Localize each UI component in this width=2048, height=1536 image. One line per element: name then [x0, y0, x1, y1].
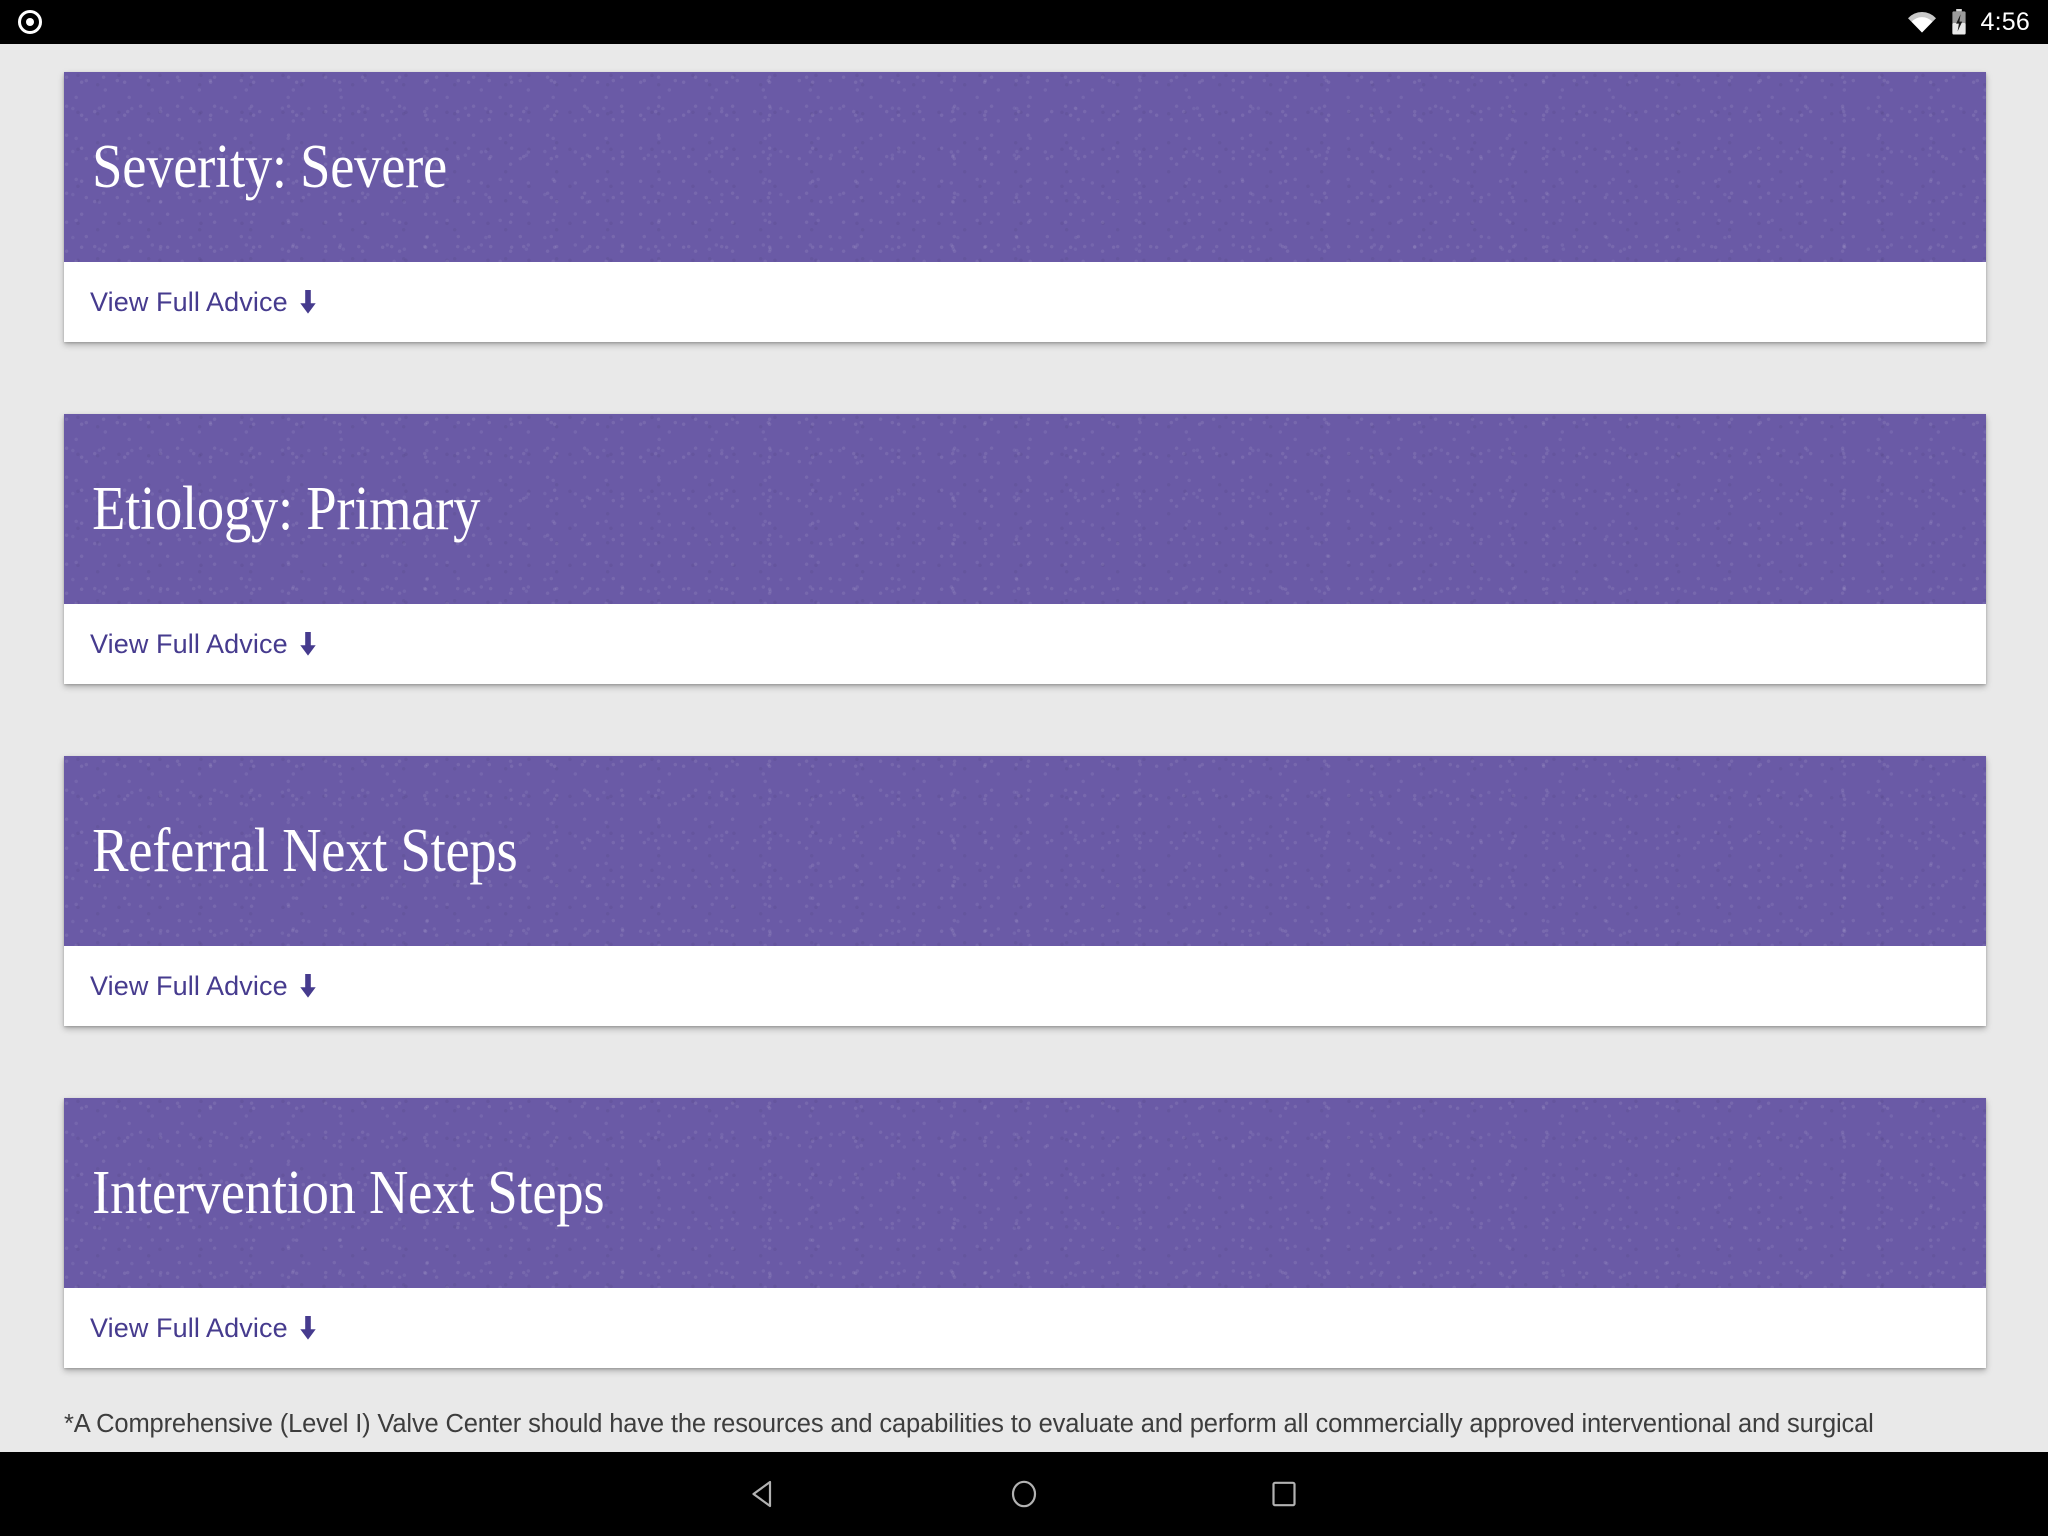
arrow-down-icon — [298, 631, 318, 657]
advice-card[interactable]: Etiology: Primary View Full Advice — [64, 414, 1986, 684]
status-bar-left — [18, 10, 42, 34]
view-full-advice-link[interactable]: View Full Advice — [90, 1313, 318, 1344]
card-footer: View Full Advice — [64, 946, 1986, 1026]
view-full-advice-link[interactable]: View Full Advice — [90, 287, 318, 318]
view-full-advice-link[interactable]: View Full Advice — [90, 971, 318, 1002]
card-footer: View Full Advice — [64, 262, 1986, 342]
advice-card[interactable]: Severity: Severe View Full Advice — [64, 72, 1986, 342]
arrow-down-icon — [298, 1315, 318, 1341]
status-bar-right: 4:56 — [1907, 9, 2030, 35]
navigation-bar — [0, 1452, 2048, 1536]
view-full-advice-label: View Full Advice — [90, 970, 288, 1001]
card-title: Etiology: Primary — [92, 474, 481, 543]
card-header: Referral Next Steps — [64, 756, 1986, 946]
card-title: Severity: Severe — [92, 132, 448, 201]
footnote-text: *A Comprehensive (Level I) Valve Center … — [64, 1410, 1874, 1438]
battery-charging-icon — [1951, 9, 1967, 35]
record-icon — [18, 10, 42, 34]
status-bar: 4:56 — [0, 0, 2048, 44]
card-footer: View Full Advice — [64, 604, 1986, 684]
wifi-icon — [1907, 11, 1937, 33]
card-header: Intervention Next Steps — [64, 1098, 1986, 1288]
android-screen: 4:56 Severity: Severe View Full Advice E… — [0, 0, 2048, 1536]
nav-home-button[interactable] — [894, 1452, 1154, 1536]
arrow-down-icon — [298, 289, 318, 315]
view-full-advice-link[interactable]: View Full Advice — [90, 629, 318, 660]
nav-back-button[interactable] — [634, 1452, 894, 1536]
card-header: Severity: Severe — [64, 72, 1986, 262]
card-footer: View Full Advice — [64, 1288, 1986, 1368]
card-title: Referral Next Steps — [92, 816, 518, 885]
nav-recents-button[interactable] — [1154, 1452, 1414, 1536]
advice-card[interactable]: Intervention Next Steps View Full Advice — [64, 1098, 1986, 1368]
card-title: Intervention Next Steps — [92, 1158, 605, 1227]
view-full-advice-label: View Full Advice — [90, 628, 288, 659]
advice-card[interactable]: Referral Next Steps View Full Advice — [64, 756, 1986, 1026]
advice-card-list: Severity: Severe View Full Advice Etiolo… — [0, 44, 2048, 1368]
view-full-advice-label: View Full Advice — [90, 286, 288, 317]
card-header: Etiology: Primary — [64, 414, 1986, 604]
status-bar-clock: 4:56 — [1980, 7, 2030, 36]
page-content: Severity: Severe View Full Advice Etiolo… — [0, 44, 2048, 1452]
arrow-down-icon — [298, 973, 318, 999]
view-full-advice-label: View Full Advice — [90, 1312, 288, 1343]
